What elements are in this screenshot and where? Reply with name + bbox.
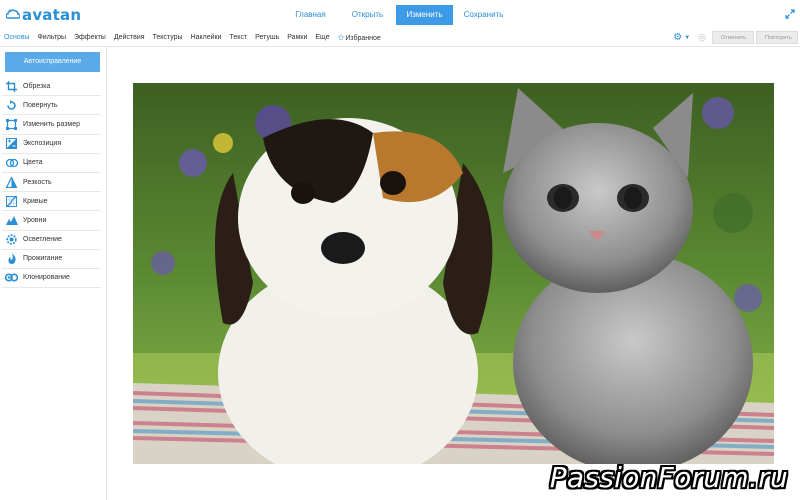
tool-crop[interactable]: Обрезка (2, 77, 101, 97)
fullscreen-icon[interactable] (785, 9, 795, 19)
tab-filters[interactable]: Фильтры (33, 29, 70, 46)
gear-icon[interactable]: ⚙ (673, 32, 682, 43)
redo-button[interactable]: Повторить (756, 31, 798, 44)
rotate-icon (5, 99, 18, 112)
autofix-button[interactable]: Автоисправление (5, 52, 100, 72)
sharpness-icon (5, 176, 18, 189)
tools-list: Обрезка Повернуть Изменить размер Экспоз… (2, 77, 101, 289)
tool-levels[interactable]: Уровни (2, 211, 101, 231)
tool-colors[interactable]: Цвета (2, 154, 101, 173)
tool-clone[interactable]: Клонирование (2, 269, 101, 289)
nav-edit[interactable]: Изменить (396, 5, 453, 25)
tab-actions[interactable]: Действия (110, 29, 149, 46)
compare-icon[interactable]: ◎ (698, 32, 706, 43)
edited-photo[interactable] (133, 83, 774, 464)
tab-favorites-label: Избранное (345, 35, 381, 42)
levels-icon (5, 214, 18, 227)
star-icon: ✩ (337, 33, 345, 42)
tab-more[interactable]: Еще (311, 29, 333, 46)
logo-text: avatan (22, 6, 82, 24)
undo-button[interactable]: Отменить (712, 31, 754, 44)
nav-open[interactable]: Открыть (339, 5, 396, 25)
tool-rotate[interactable]: Повернуть (2, 96, 101, 116)
cloud-logo-icon (6, 9, 20, 19)
watermark: PassionForum.ru (549, 461, 788, 494)
resize-icon (5, 118, 18, 131)
tab-basics[interactable]: Основы (0, 29, 33, 46)
tool-exposure[interactable]: Экспозиция (2, 135, 101, 154)
category-tabs: Основы Фильтры Эффекты Действия Текстуры… (0, 29, 385, 46)
nav-save[interactable]: Сохранить (453, 5, 514, 25)
crop-icon (5, 80, 18, 93)
tool-burn[interactable]: Прожигание (2, 250, 101, 269)
tab-frames[interactable]: Рамки (283, 29, 311, 46)
category-toolbar: Основы Фильтры Эффекты Действия Текстуры… (0, 29, 800, 47)
tab-textures[interactable]: Текстуры (149, 29, 187, 46)
chevron-down-icon[interactable]: ▼ (684, 35, 690, 41)
tool-lighten[interactable]: Осветление (2, 231, 101, 250)
editor-canvas[interactable] (108, 47, 800, 500)
tab-stickers[interactable]: Наклейки (187, 29, 226, 46)
tab-effects[interactable]: Эффекты (70, 29, 110, 46)
top-bar: avatan Главная Открыть Изменить Сохранит… (0, 0, 800, 29)
tab-text[interactable]: Текст (226, 29, 252, 46)
puppy-and-kitten-photo (133, 83, 774, 464)
history-tools: ⚙ ▼ ◎ Отменить Повторить (673, 30, 798, 45)
nav-home[interactable]: Главная (282, 5, 339, 25)
flame-icon (5, 252, 18, 265)
tools-sidebar: Автоисправление Обрезка Повернуть Измени… (0, 47, 107, 500)
curves-icon (5, 195, 18, 208)
tool-sharpness[interactable]: Резкость (2, 173, 101, 193)
exposure-icon (5, 137, 18, 150)
top-nav: Главная Открыть Изменить Сохранить (282, 5, 514, 25)
logo[interactable]: avatan (6, 6, 81, 24)
tool-resize[interactable]: Изменить размер (2, 115, 101, 135)
clone-icon (5, 271, 18, 284)
colors-icon (5, 156, 18, 169)
tool-curves[interactable]: Кривые (2, 192, 101, 212)
tab-retouch[interactable]: Ретушь (251, 29, 283, 46)
lighten-icon (5, 233, 18, 246)
tab-favorites[interactable]: ✩Избранное (334, 29, 385, 46)
